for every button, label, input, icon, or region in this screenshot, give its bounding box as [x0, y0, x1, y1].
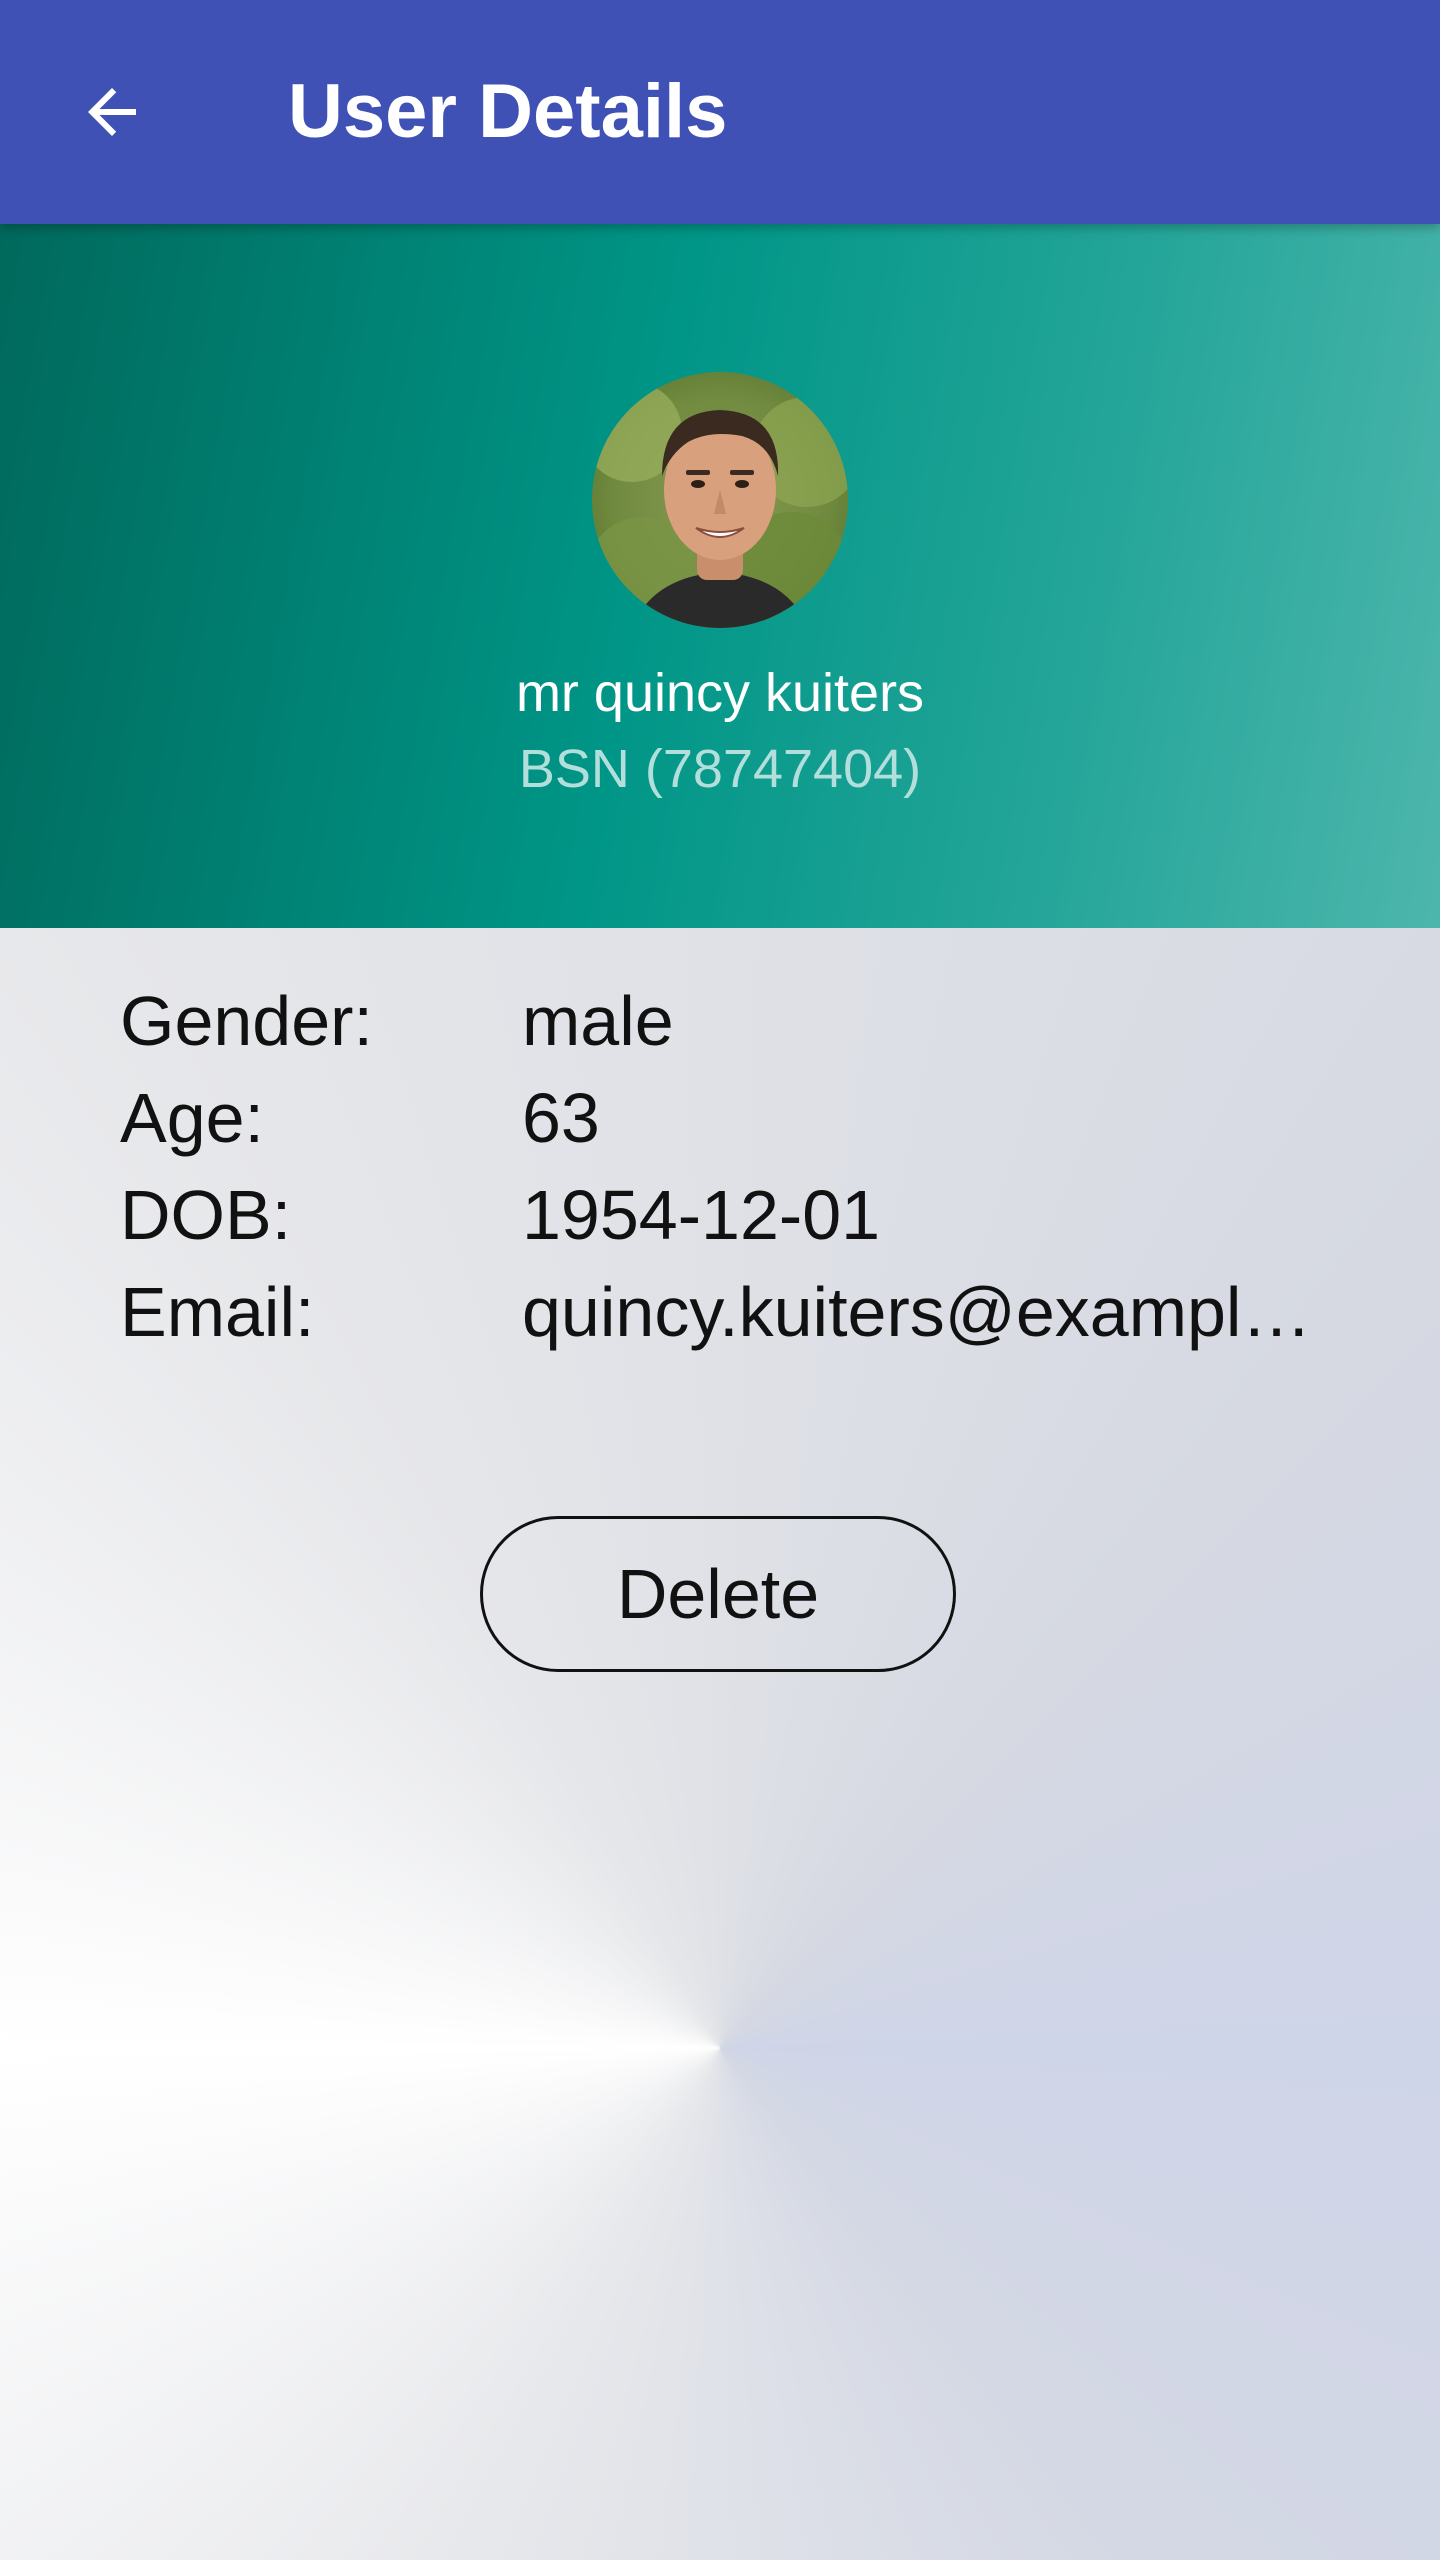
detail-label: Age:: [120, 1078, 264, 1157]
delete-button[interactable]: Delete: [480, 1516, 956, 1672]
avatar: [592, 372, 848, 628]
detail-row-gender: Gender: male: [120, 972, 1320, 1069]
arrow-back-icon: [88, 88, 136, 136]
user-full-name: mr quincy kuiters: [515, 663, 925, 723]
detail-value: quincy.kuiters@exampl…: [522, 1272, 1312, 1351]
detail-value: 63: [522, 1078, 600, 1157]
page-title: User Details: [288, 69, 728, 154]
detail-row-email: Email: quincy.kuiters@exampl…: [120, 1263, 1320, 1360]
user-avatar-photo: [592, 382, 848, 628]
user-bsn: BSN (78747404): [518, 739, 922, 799]
detail-value: male: [522, 981, 674, 1060]
user-details-list: Gender: male Age: 63 DOB: 1954-12-01 Ema…: [120, 972, 1320, 1360]
detail-value: 1954-12-01: [522, 1175, 881, 1254]
app-bar: User Details: [0, 0, 1440, 224]
detail-label: Gender:: [120, 981, 373, 1060]
detail-row-dob: DOB: 1954-12-01: [120, 1166, 1320, 1263]
back-button[interactable]: [56, 56, 168, 168]
detail-row-age: Age: 63: [120, 1069, 1320, 1166]
profile-header: mr quincy kuiters BSN (78747404): [0, 224, 1440, 928]
detail-label: DOB:: [120, 1175, 292, 1254]
detail-label: Email:: [120, 1272, 315, 1351]
